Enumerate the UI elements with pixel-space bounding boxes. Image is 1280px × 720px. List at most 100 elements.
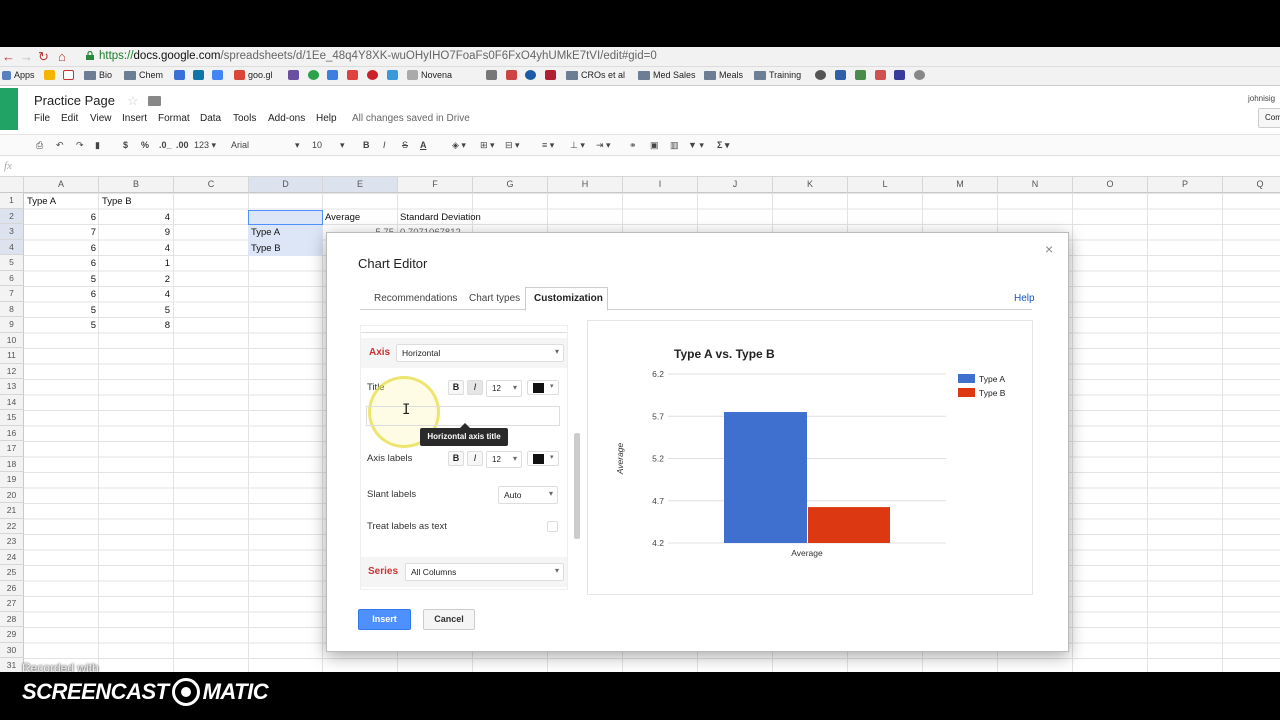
- title-bold-button[interactable]: B: [448, 380, 464, 395]
- cell-a9[interactable]: 5: [24, 318, 99, 334]
- bookmark-check[interactable]: [308, 70, 319, 80]
- cell-a5[interactable]: 6: [24, 256, 99, 272]
- italic-button[interactable]: I: [383, 140, 386, 150]
- menu-file[interactable]: File: [34, 113, 50, 124]
- formula-bar[interactable]: fx: [0, 157, 1280, 177]
- font-size-select[interactable]: 10 ▾: [312, 140, 345, 151]
- cell-a6[interactable]: 5: [24, 272, 99, 288]
- bookmark-icon-f[interactable]: [525, 70, 536, 80]
- row-header[interactable]: 17: [0, 441, 24, 457]
- bookmark-icon-p[interactable]: [288, 70, 299, 80]
- cell-d2[interactable]: [248, 209, 323, 225]
- bookmark-icon-2[interactable]: [174, 70, 185, 80]
- row-header[interactable]: 2: [0, 208, 24, 224]
- row-header[interactable]: 19: [0, 472, 24, 488]
- bookmark-peace[interactable]: [815, 70, 826, 80]
- bookmark-meals[interactable]: Meals: [704, 70, 743, 80]
- column-header-d[interactable]: D: [249, 177, 323, 193]
- row-header[interactable]: 25: [0, 565, 24, 581]
- labels-italic-button[interactable]: I: [467, 451, 483, 466]
- bookmark-googl[interactable]: goo.gl: [234, 70, 273, 80]
- column-header-h[interactable]: H: [548, 177, 623, 193]
- column-header-i[interactable]: I: [623, 177, 698, 193]
- bookmark-chem[interactable]: Chem: [124, 70, 163, 80]
- labels-font-size-select[interactable]: 12: [486, 451, 522, 468]
- bookmark-cros[interactable]: CROs et al: [566, 70, 625, 80]
- decrease-decimal-button[interactable]: .0_: [159, 140, 172, 150]
- cell-b7[interactable]: 4: [99, 287, 173, 303]
- menu-insert[interactable]: Insert: [122, 113, 147, 124]
- address-bar[interactable]: ← → ↻ ⌂ https://docs.google.com/spreadsh…: [0, 47, 1280, 67]
- bookmark-icon-b[interactable]: [347, 70, 358, 80]
- tab-chart-types[interactable]: Chart types: [469, 293, 520, 304]
- bookmark-icon-g[interactable]: [545, 70, 556, 80]
- bookmark-google[interactable]: [212, 70, 223, 80]
- treat-labels-checkbox[interactable]: [547, 521, 558, 532]
- row-header[interactable]: 10: [0, 332, 24, 348]
- bookmark-medsales[interactable]: Med Sales: [638, 70, 696, 80]
- bookmark-icon-a[interactable]: [327, 70, 338, 80]
- title-italic-button[interactable]: I: [467, 380, 483, 395]
- row-header[interactable]: 11: [0, 348, 24, 364]
- row-header[interactable]: 29: [0, 627, 24, 643]
- star-icon[interactable]: ☆: [127, 93, 139, 109]
- menu-edit[interactable]: Edit: [61, 113, 78, 124]
- cell-d3[interactable]: Type A: [248, 225, 323, 241]
- row-header[interactable]: 20: [0, 487, 24, 503]
- bookmark-linkedin[interactable]: [193, 70, 204, 80]
- bookmark-icon-d[interactable]: [486, 70, 497, 80]
- row-header[interactable]: 27: [0, 596, 24, 612]
- vertical-align-icon[interactable]: ⊥ ▾: [570, 140, 585, 151]
- cell-a1[interactable]: Type A: [24, 194, 99, 210]
- column-header-k[interactable]: K: [773, 177, 848, 193]
- cell-a3[interactable]: 7: [24, 225, 99, 241]
- cell-b1[interactable]: Type B: [99, 194, 173, 210]
- bookmark-bio[interactable]: Bio: [84, 70, 112, 80]
- bookmark-gmail-icon[interactable]: [63, 70, 74, 80]
- bookmark-icon-l[interactable]: [914, 70, 925, 80]
- user-account[interactable]: johnisig: [1248, 94, 1275, 103]
- tab-recommendations[interactable]: Recommendations: [374, 293, 457, 304]
- cell-a7[interactable]: 6: [24, 287, 99, 303]
- number-format-button[interactable]: 123 ▾: [194, 140, 216, 151]
- print-icon[interactable]: ⎙: [36, 140, 43, 151]
- column-header-b[interactable]: B: [99, 177, 174, 193]
- row-header[interactable]: 1: [0, 193, 24, 209]
- row-header[interactable]: 3: [0, 224, 24, 240]
- menu-addons[interactable]: Add-ons: [268, 113, 305, 124]
- forward-icon[interactable]: →: [20, 49, 33, 64]
- column-header-j[interactable]: J: [698, 177, 773, 193]
- reload-icon[interactable]: ↻: [38, 49, 49, 65]
- title-font-size-select[interactable]: 12: [486, 380, 522, 397]
- sheets-logo-icon[interactable]: [0, 88, 18, 130]
- percent-button[interactable]: %: [141, 140, 149, 150]
- column-header-n[interactable]: N: [998, 177, 1073, 193]
- cell-b9[interactable]: 8: [99, 318, 173, 334]
- column-header-a[interactable]: A: [24, 177, 99, 193]
- row-header[interactable]: 7: [0, 286, 24, 302]
- bookmark-icon-h[interactable]: [835, 70, 846, 80]
- cancel-button[interactable]: Cancel: [423, 609, 475, 630]
- redo-icon[interactable]: ↷: [76, 140, 84, 151]
- link-icon[interactable]: ⚭: [629, 140, 637, 151]
- doc-title[interactable]: Practice Page: [34, 93, 115, 108]
- row-header[interactable]: 23: [0, 534, 24, 550]
- cell-e2[interactable]: Average: [322, 210, 397, 226]
- comment-icon[interactable]: ▣: [650, 140, 659, 151]
- currency-button[interactable]: $: [123, 140, 128, 150]
- url-text[interactable]: https://docs.google.com/spreadsheets/d/1…: [99, 50, 657, 62]
- bookmark-pinterest[interactable]: [367, 70, 378, 80]
- tab-customization[interactable]: Customization: [534, 293, 603, 304]
- row-header[interactable]: 8: [0, 301, 24, 317]
- paint-format-icon[interactable]: ▮: [95, 140, 100, 151]
- bookmark-icon-k[interactable]: [894, 70, 905, 80]
- axis-select[interactable]: Horizontal: [396, 344, 564, 362]
- column-header-p[interactable]: P: [1148, 177, 1223, 193]
- cell-b5[interactable]: 1: [99, 256, 173, 272]
- select-all-corner[interactable]: [0, 177, 24, 193]
- row-header[interactable]: 16: [0, 425, 24, 441]
- cell-f2[interactable]: Standard Deviation: [397, 210, 517, 226]
- comments-button[interactable]: Com: [1258, 108, 1280, 128]
- row-header[interactable]: 15: [0, 410, 24, 426]
- cell-b6[interactable]: 2: [99, 272, 173, 288]
